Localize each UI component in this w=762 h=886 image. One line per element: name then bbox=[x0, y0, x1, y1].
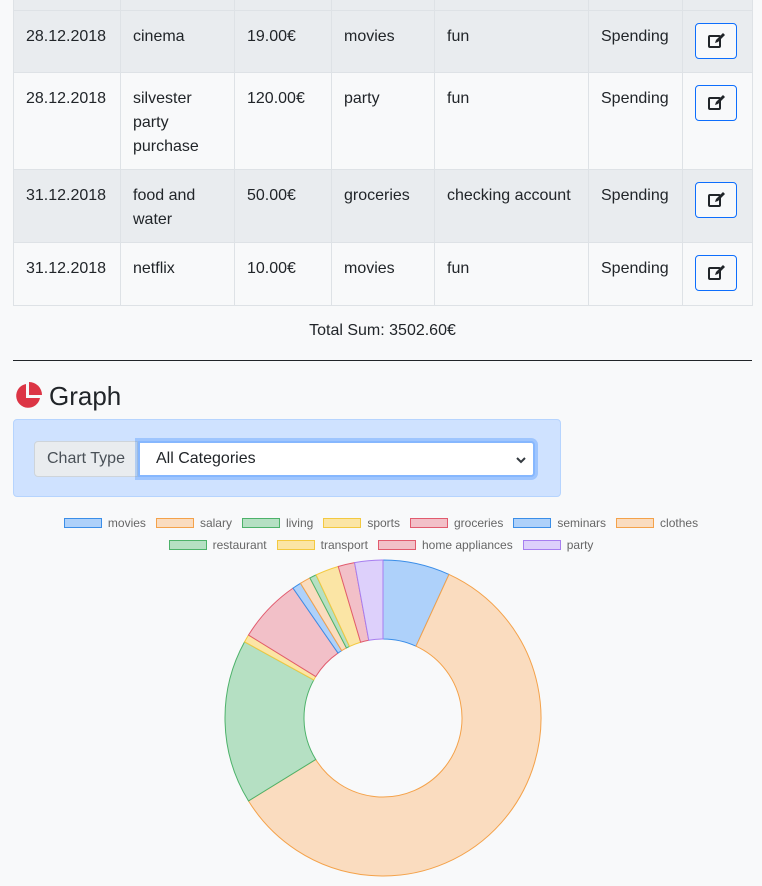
legend-item[interactable]: living bbox=[241, 516, 314, 530]
type-cell: Spending bbox=[588, 242, 683, 306]
divider bbox=[13, 360, 752, 361]
pie-chart-icon bbox=[16, 382, 42, 408]
edit-icon bbox=[708, 265, 725, 280]
table-row: 28.12.2018 cinema 19.00€ movies fun Spen… bbox=[13, 10, 753, 73]
table-cell bbox=[331, 0, 435, 11]
graph-title: Graph bbox=[49, 380, 122, 411]
legend-label: clothes bbox=[660, 516, 699, 530]
edit-icon bbox=[708, 192, 725, 207]
legend-swatch bbox=[377, 540, 416, 550]
total-sum: Total Sum: 3502.60€ bbox=[309, 322, 456, 339]
chart-type-select[interactable]: All Categories bbox=[138, 441, 535, 477]
account-cell: fun bbox=[434, 72, 589, 170]
legend-label: restaurant bbox=[212, 538, 267, 552]
legend-label: living bbox=[285, 516, 314, 530]
legend-swatch bbox=[410, 518, 448, 528]
account-cell: fun bbox=[434, 10, 589, 73]
legend-label: movies bbox=[107, 516, 146, 530]
graph-heading: Graph bbox=[13, 378, 121, 414]
table-cell bbox=[682, 0, 753, 11]
legend-label: salary bbox=[199, 516, 232, 530]
type-cell: Spending bbox=[588, 10, 683, 73]
date-cell: 28.12.2018 bbox=[13, 10, 121, 73]
chart-type-label: Chart Type bbox=[34, 441, 138, 477]
table-cell bbox=[588, 0, 683, 11]
edit-button[interactable] bbox=[695, 23, 737, 59]
legend-label: sports bbox=[367, 516, 400, 530]
legend-item[interactable]: sports bbox=[323, 516, 400, 530]
table-cell bbox=[13, 0, 121, 11]
table-cell bbox=[120, 0, 235, 11]
category-cell: groceries bbox=[331, 169, 435, 243]
table-cell bbox=[434, 0, 589, 11]
type-cell: Spending bbox=[588, 72, 683, 170]
legend-swatch bbox=[616, 518, 655, 528]
legend-label: home appliances bbox=[421, 538, 513, 552]
edit-button[interactable] bbox=[695, 85, 737, 121]
amount-cell: 50.00€ bbox=[234, 169, 332, 243]
legend-swatch bbox=[522, 540, 561, 550]
legend-item[interactable]: party bbox=[522, 538, 594, 552]
type-cell: Spending bbox=[588, 169, 683, 243]
amount-cell: 19.00€ bbox=[234, 10, 332, 73]
table-row: 31.12.2018 netflix 10.00€ movies fun Spe… bbox=[13, 242, 753, 306]
edit-icon bbox=[708, 33, 725, 48]
legend-item[interactable]: movies bbox=[63, 516, 146, 530]
name-cell: cinema bbox=[120, 10, 235, 73]
chart-legend: movies salary living sports groceries seminar… bbox=[0, 512, 762, 556]
legend-item[interactable]: transport bbox=[276, 538, 368, 552]
category-cell: movies bbox=[331, 242, 435, 306]
legend-swatch bbox=[168, 540, 207, 550]
legend-label: party bbox=[566, 538, 594, 552]
chevron-down-icon bbox=[516, 457, 526, 464]
legend-item[interactable]: seminars bbox=[513, 516, 606, 530]
chart-type-value: All Categories bbox=[156, 450, 256, 467]
legend-swatch bbox=[276, 540, 315, 550]
legend-item[interactable]: groceries bbox=[410, 516, 503, 530]
legend-item[interactable]: salary bbox=[155, 516, 232, 530]
legend-swatch bbox=[323, 518, 362, 528]
name-cell: food and water bbox=[120, 169, 235, 243]
action-cell bbox=[682, 242, 753, 306]
name-cell: silvester party purchase bbox=[120, 72, 235, 170]
amount-cell: 120.00€ bbox=[234, 72, 332, 170]
legend-swatch bbox=[241, 518, 280, 528]
transactions-table: 28.12.2018 cinema 19.00€ movies fun Spen… bbox=[13, 0, 753, 306]
category-cell: movies bbox=[331, 10, 435, 73]
edit-button[interactable] bbox=[695, 255, 737, 291]
action-cell bbox=[682, 10, 753, 73]
chart-type-panel: Chart Type All Categories bbox=[13, 419, 561, 497]
date-cell: 28.12.2018 bbox=[13, 72, 121, 170]
action-cell bbox=[682, 169, 753, 243]
legend-label: seminars bbox=[557, 516, 607, 530]
name-cell: netflix bbox=[120, 242, 235, 306]
legend-item[interactable]: restaurant bbox=[168, 538, 267, 552]
account-cell: checking account bbox=[434, 169, 589, 243]
legend-label: transport bbox=[320, 538, 368, 552]
legend-label: groceries bbox=[454, 516, 504, 530]
legend-item[interactable]: clothes bbox=[616, 516, 698, 530]
table-row: 31.12.2018 food and water 50.00€ groceri… bbox=[13, 169, 753, 243]
category-cell: party bbox=[331, 72, 435, 170]
account-cell: fun bbox=[434, 242, 589, 306]
date-cell: 31.12.2018 bbox=[13, 169, 121, 243]
date-cell: 31.12.2018 bbox=[13, 242, 121, 306]
legend-swatch bbox=[513, 518, 552, 528]
edit-button[interactable] bbox=[695, 182, 737, 218]
donut-chart bbox=[224, 559, 542, 877]
legend-swatch bbox=[155, 518, 194, 528]
table-row: 28.12.2018 silvester party purchase 120.… bbox=[13, 72, 753, 170]
table-cell bbox=[234, 0, 332, 11]
action-cell bbox=[682, 72, 753, 170]
legend-item[interactable]: home appliances bbox=[377, 538, 513, 552]
edit-icon bbox=[708, 95, 725, 110]
legend-swatch bbox=[63, 518, 102, 528]
amount-cell: 10.00€ bbox=[234, 242, 332, 306]
